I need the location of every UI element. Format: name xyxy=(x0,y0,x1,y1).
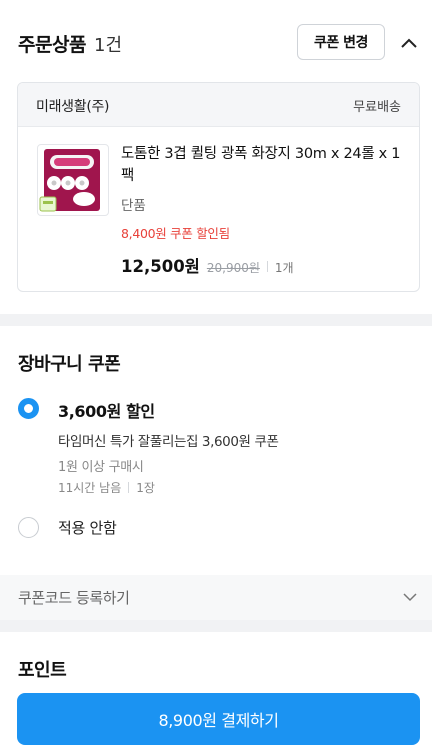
coupon-time-left: 11시간 남음 xyxy=(58,480,122,495)
coupon-name: 타임머신 특가 잘풀리는집 3,600원 쿠폰 xyxy=(58,434,279,450)
cart-coupon-title: 장바구니 쿠폰 xyxy=(18,354,121,375)
coupon-meta: 11시간 남음 1장 xyxy=(58,479,155,495)
original-price: 20,900원 xyxy=(206,261,260,275)
coupon-discount-text: 8,400원 쿠폰 할인됨 xyxy=(121,226,230,241)
section-divider xyxy=(0,314,432,326)
section-divider xyxy=(0,620,432,632)
order-items-header: 주문상품 1건 쿠폰 변경 xyxy=(0,0,432,84)
shipping-label: 무료배송 xyxy=(353,100,401,115)
product-option: 단품 xyxy=(121,198,146,214)
coupon-radio-selected[interactable] xyxy=(18,398,39,419)
product-name[interactable]: 도톰한 3겹 퀼팅 광폭 화장지 30m x 24롤 x 1팩 xyxy=(121,143,406,187)
pay-button[interactable]: 8,900원 결제하기 xyxy=(17,693,420,745)
toilet-paper-package-image xyxy=(39,149,100,212)
price-row: 12,500원 20,900원 1개 xyxy=(121,253,294,277)
divider xyxy=(128,481,130,493)
coupon-count: 1장 xyxy=(136,480,155,495)
order-items-title: 주문상품 xyxy=(18,34,86,56)
bottom-pay-bar: 8,900원 결제하기 xyxy=(0,684,432,754)
no-coupon-label[interactable]: 적용 안함 xyxy=(58,517,117,538)
points-title: 포인트 xyxy=(18,660,67,681)
seller-name: 미래생활(주) xyxy=(36,99,110,115)
no-coupon-radio[interactable] xyxy=(18,517,39,538)
quantity: 1개 xyxy=(274,261,294,275)
order-items-count: 1건 xyxy=(94,35,123,56)
coupon-code-row[interactable]: 쿠폰코드 등록하기 xyxy=(0,575,432,620)
coupon-condition: 1원 이상 구매시 xyxy=(58,460,144,475)
coupon-change-button[interactable]: 쿠폰 변경 xyxy=(297,24,385,60)
chevron-down-icon xyxy=(403,593,417,602)
seller-row: 미래생활(주) 무료배송 xyxy=(18,83,419,127)
sale-price: 12,500원 xyxy=(121,257,200,276)
coupon-code-label: 쿠폰코드 등록하기 xyxy=(18,589,130,607)
product-thumbnail[interactable] xyxy=(37,144,109,216)
divider xyxy=(266,261,268,272)
coupon-amount[interactable]: 3,600원 할인 xyxy=(58,398,155,422)
product-card: 미래생활(주) 무료배송 도톰한 3겹 퀼팅 광폭 화장지 30m x 24롤 … xyxy=(17,82,420,292)
chevron-up-icon[interactable] xyxy=(398,34,420,52)
